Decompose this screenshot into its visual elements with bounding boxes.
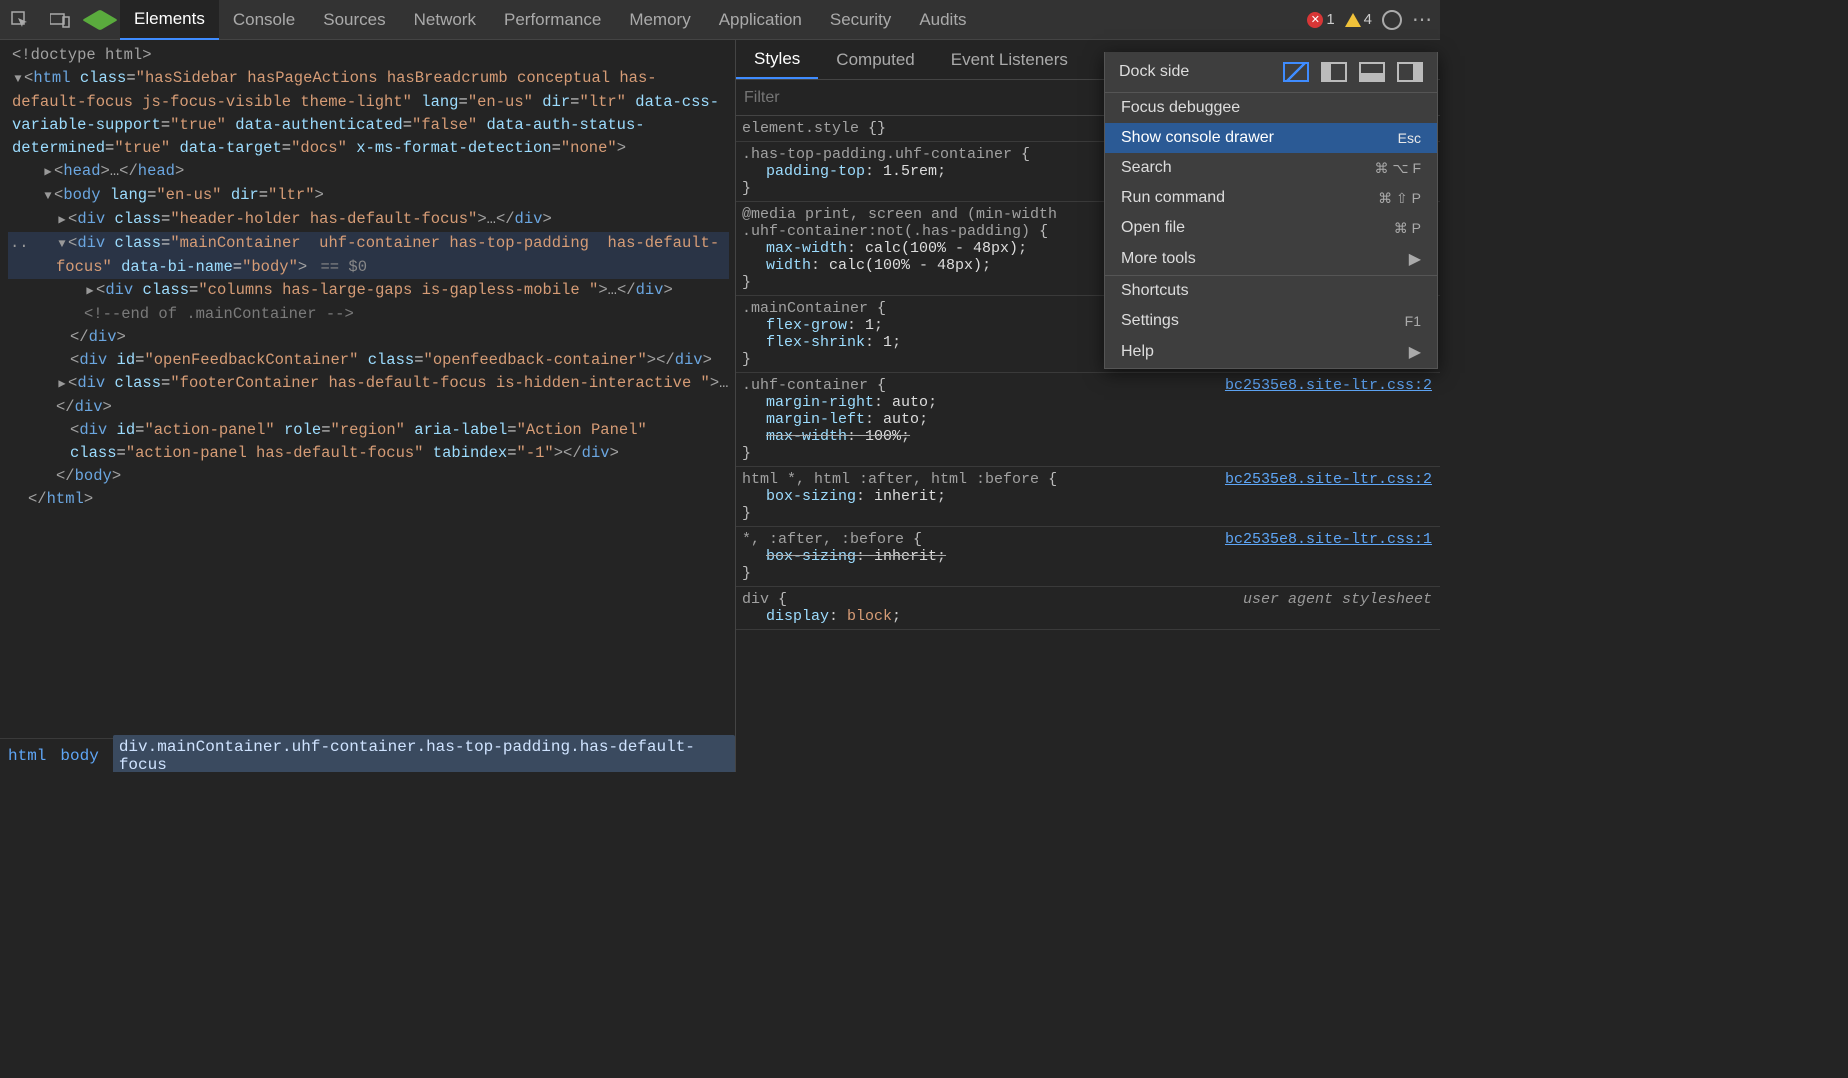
menu-item-open-file[interactable]: Open file⌘ P xyxy=(1105,213,1437,243)
panel-tab-performance[interactable]: Performance xyxy=(490,0,615,40)
menu-item-focus-debuggee[interactable]: Focus debuggee xyxy=(1105,93,1437,123)
menu-item-show-console-drawer[interactable]: Show console drawerEsc xyxy=(1105,123,1437,153)
dom-node[interactable]: ..▼<div class="mainContainer uhf-contain… xyxy=(8,232,729,279)
dom-node[interactable]: ▶<div class="columns has-large-gaps is-g… xyxy=(8,279,729,303)
dom-node[interactable]: <div id="action-panel" role="region" ari… xyxy=(8,419,729,465)
warnings-count: 4 xyxy=(1364,11,1372,28)
css-source-link[interactable]: bc2535e8.site-ltr.css:2 xyxy=(1225,377,1432,394)
breadcrumb-item[interactable]: body xyxy=(60,747,98,765)
menu-item-more-tools[interactable]: More tools▶ xyxy=(1105,243,1437,275)
panel-tab-elements[interactable]: Elements xyxy=(120,0,219,40)
dom-node[interactable]: </div> xyxy=(8,326,729,349)
warnings-badge[interactable]: 4 xyxy=(1345,11,1372,28)
menu-item-help[interactable]: Help▶ xyxy=(1105,336,1437,368)
css-rule[interactable]: bc2535e8.site-ltr.css:2html *, html :aft… xyxy=(736,467,1440,527)
dock-side-row: Dock side xyxy=(1105,52,1437,92)
errors-badge[interactable]: ✕1 xyxy=(1307,11,1334,28)
dock-bottom-icon[interactable] xyxy=(1359,62,1385,82)
dom-node[interactable]: <!doctype html> xyxy=(8,44,729,67)
css-rule[interactable]: bc2535e8.site-ltr.css:2.uhf-container {m… xyxy=(736,373,1440,467)
css-source-link[interactable]: bc2535e8.site-ltr.css:1 xyxy=(1225,531,1432,548)
more-menu-icon[interactable]: ⋯ xyxy=(1412,7,1434,32)
dock-undock-icon[interactable] xyxy=(1283,62,1309,82)
dom-tree[interactable]: <!doctype html>▼<html class="hasSidebar … xyxy=(0,40,735,515)
feedback-icon[interactable] xyxy=(1382,10,1402,30)
dock-right-icon[interactable] xyxy=(1397,62,1423,82)
dom-node[interactable]: </html> xyxy=(8,488,729,511)
inspect-element-icon[interactable] xyxy=(0,0,40,40)
dom-node[interactable]: <!--end of .mainContainer --> xyxy=(8,303,729,326)
panel-tab-memory[interactable]: Memory xyxy=(615,0,704,40)
devtools-topbar: ElementsConsoleSourcesNetworkPerformance… xyxy=(0,0,1440,40)
main-menu-popup: Dock side Focus debuggeeShow console dra… xyxy=(1104,52,1438,369)
device-toolbar-icon[interactable] xyxy=(40,0,80,40)
errors-count: 1 xyxy=(1326,11,1334,28)
css-source-link[interactable]: bc2535e8.site-ltr.css:2 xyxy=(1225,471,1432,488)
breadcrumb[interactable]: html body div.mainContainer.uhf-container.… xyxy=(0,738,735,772)
dom-node[interactable]: ▶<head>…</head> xyxy=(8,160,729,184)
styles-subtab-styles[interactable]: Styles xyxy=(736,40,818,79)
menu-item-search[interactable]: Search⌘ ⌥ F xyxy=(1105,153,1437,183)
dom-node[interactable]: ▶<div class="header-holder has-default-f… xyxy=(8,208,729,232)
panel-tab-network[interactable]: Network xyxy=(400,0,490,40)
styles-subtab-event-listeners[interactable]: Event Listeners xyxy=(933,40,1086,79)
user-agent-label: user agent stylesheet xyxy=(1243,591,1432,608)
dom-node[interactable]: </body> xyxy=(8,465,729,488)
panel-tab-security[interactable]: Security xyxy=(816,0,905,40)
dock-side-label: Dock side xyxy=(1119,63,1271,81)
panel-tab-sources[interactable]: Sources xyxy=(309,0,399,40)
menu-item-shortcuts[interactable]: Shortcuts xyxy=(1105,276,1437,306)
3d-view-icon[interactable] xyxy=(80,0,120,40)
dom-node[interactable]: ▼<html class="hasSidebar hasPageActions … xyxy=(8,67,729,160)
dom-node[interactable]: ▶<div class="footerContainer has-default… xyxy=(8,372,729,419)
panel-tab-application[interactable]: Application xyxy=(705,0,816,40)
panel-tab-console[interactable]: Console xyxy=(219,0,309,40)
css-rule[interactable]: bc2535e8.site-ltr.css:1*, :after, :befor… xyxy=(736,527,1440,587)
elements-dom-pane: <!doctype html>▼<html class="hasSidebar … xyxy=(0,40,735,772)
breadcrumb-item[interactable]: html xyxy=(8,747,46,765)
dock-left-icon[interactable] xyxy=(1321,62,1347,82)
dom-node[interactable]: ▼<body lang="en-us" dir="ltr"> xyxy=(8,184,729,208)
panel-tabs: ElementsConsoleSourcesNetworkPerformance… xyxy=(120,0,981,40)
breadcrumb-item[interactable]: div.mainContainer.uhf-container.has-top-… xyxy=(113,735,735,773)
menu-item-run-command[interactable]: Run command⌘ ⇧ P xyxy=(1105,183,1437,213)
menu-item-settings[interactable]: SettingsF1 xyxy=(1105,306,1437,336)
css-rule[interactable]: user agent stylesheetdiv {display: block… xyxy=(736,587,1440,630)
panel-tab-audits[interactable]: Audits xyxy=(905,0,980,40)
dom-node[interactable]: <div id="openFeedbackContainer" class="o… xyxy=(8,349,729,372)
styles-subtab-computed[interactable]: Computed xyxy=(818,40,932,79)
